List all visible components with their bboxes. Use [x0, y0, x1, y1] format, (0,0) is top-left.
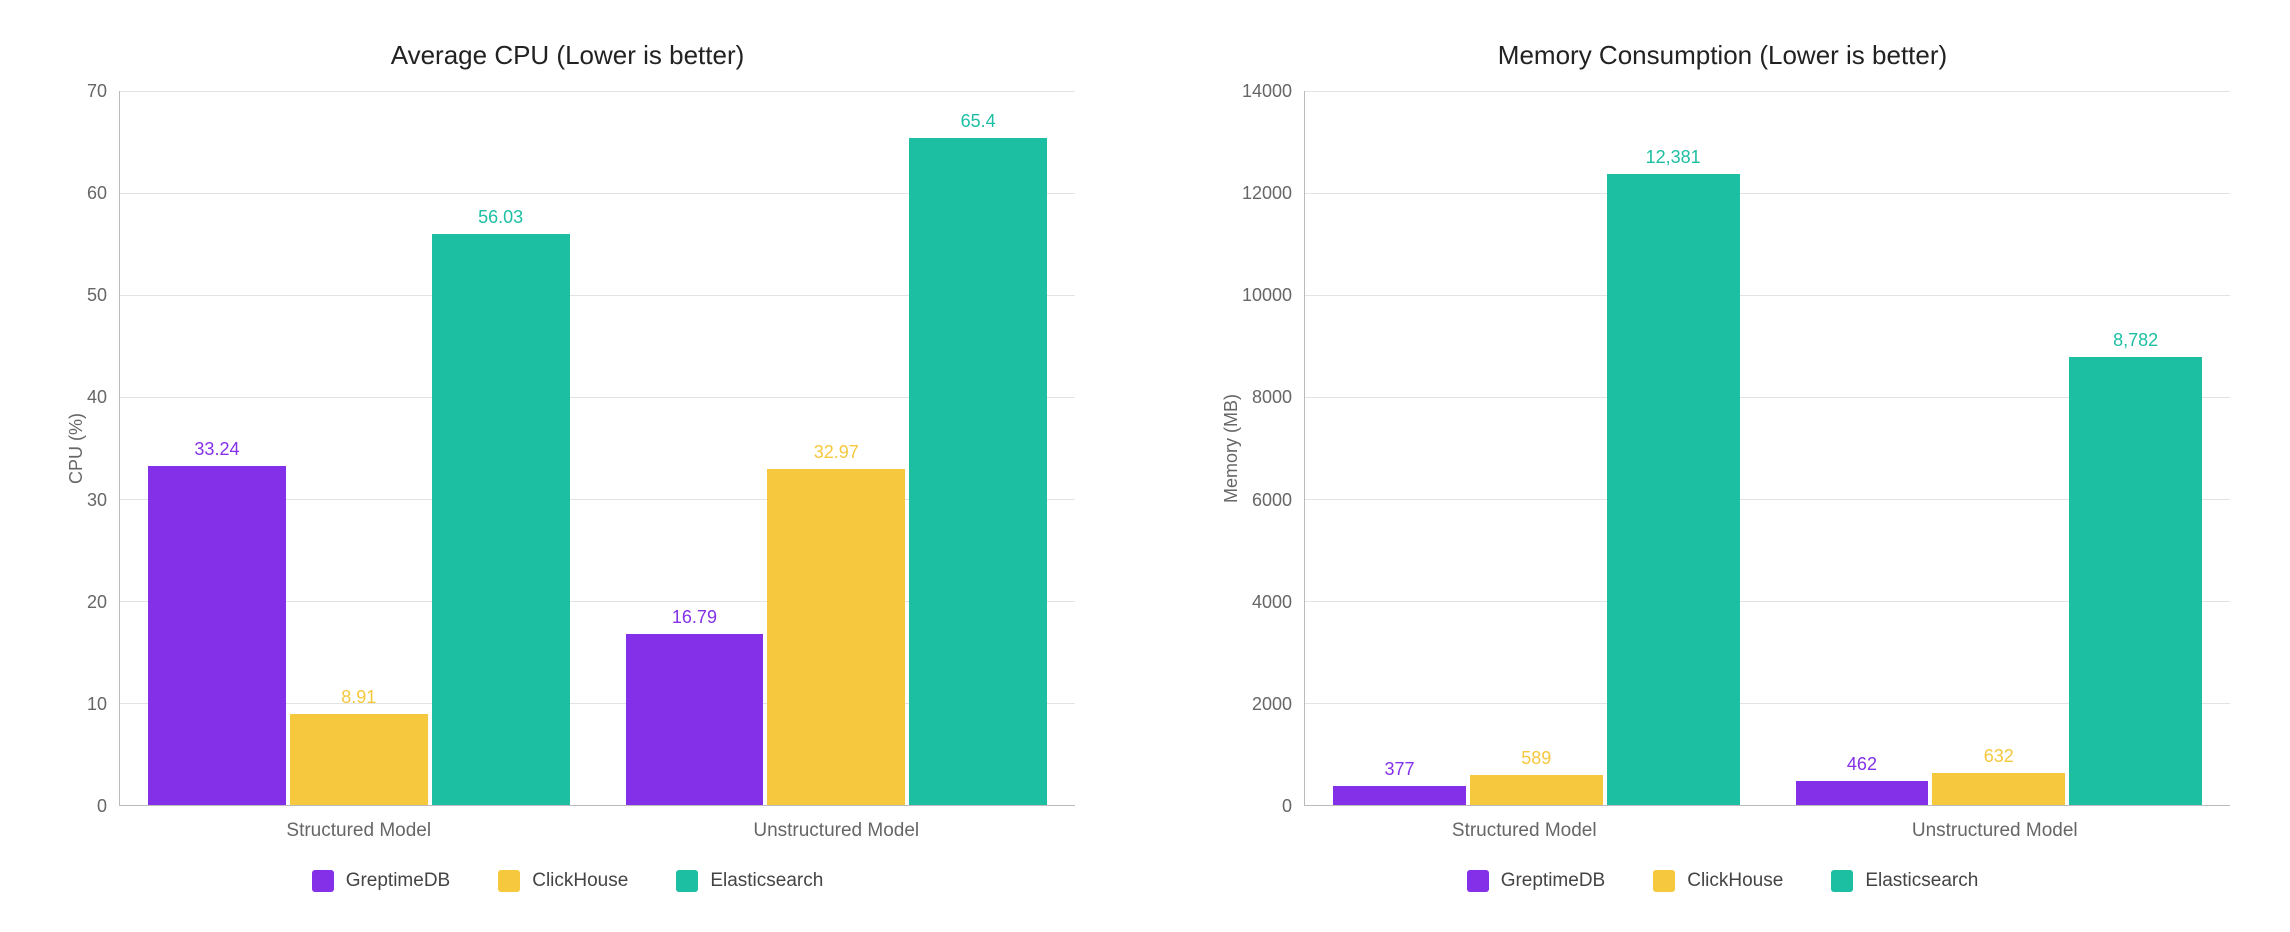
y-axis-label: Memory (MB) — [1215, 91, 1242, 806]
swatch-icon — [676, 870, 698, 892]
bar-rect — [1932, 773, 2065, 805]
bar-value-label: 8,782 — [2113, 330, 2158, 351]
bar-value-label: 33.24 — [194, 439, 239, 460]
swatch-icon — [498, 870, 520, 892]
bar-rect — [2069, 357, 2202, 805]
bar-rect — [1470, 775, 1603, 805]
bar-rect — [1333, 786, 1466, 805]
bar-rect — [1796, 781, 1929, 805]
chart-avg-cpu: Average CPU (Lower is better) CPU (%) 70… — [30, 40, 1105, 892]
bar-rect — [1607, 174, 1740, 805]
legend-label: Elasticsearch — [1865, 870, 1978, 892]
swatch-icon — [1467, 870, 1489, 892]
legend: GreptimeDB ClickHouse Elasticsearch — [1215, 870, 2230, 892]
plot-area: 33.24 8.91 56.03 16.79 32.97 65.4 — [119, 91, 1075, 806]
plot-row: Memory (MB) 1400012000100008000600040002… — [1215, 91, 2230, 806]
bar-groups: 33.24 8.91 56.03 16.79 32.97 65.4 — [120, 91, 1075, 805]
bar-group: 16.79 32.97 65.4 — [598, 91, 1075, 805]
bar: 462 — [1796, 91, 1929, 805]
bar-value-label: 16.79 — [672, 607, 717, 628]
legend-label: GreptimeDB — [1501, 870, 1606, 892]
legend: GreptimeDB ClickHouse Elasticsearch — [60, 870, 1075, 892]
legend-label: GreptimeDB — [346, 870, 451, 892]
bar-rect — [148, 466, 286, 805]
swatch-icon — [312, 870, 334, 892]
bar-value-label: 12,381 — [1646, 147, 1701, 168]
swatch-icon — [1831, 870, 1853, 892]
bar: 589 — [1470, 91, 1603, 805]
legend-item-clickhouse: ClickHouse — [1653, 870, 1783, 892]
legend-item-clickhouse: ClickHouse — [498, 870, 628, 892]
bar: 16.79 — [626, 91, 764, 805]
legend-item-elasticsearch: Elasticsearch — [1831, 870, 1978, 892]
legend-label: ClickHouse — [1687, 870, 1783, 892]
legend-item-greptimedb: GreptimeDB — [312, 870, 451, 892]
bar-value-label: 32.97 — [814, 442, 859, 463]
legend-label: Elasticsearch — [710, 870, 823, 892]
bar-rect — [909, 138, 1047, 805]
bar-value-label: 56.03 — [478, 207, 523, 228]
bar-value-label: 632 — [1984, 746, 2014, 767]
y-axis-ticks: 706050403020100 — [87, 91, 119, 806]
x-category: Unstructured Model — [1760, 820, 2231, 842]
y-axis-ticks: 14000120001000080006000400020000 — [1242, 91, 1304, 806]
bar: 8.91 — [290, 91, 428, 805]
bar: 65.4 — [909, 91, 1047, 805]
bar-rect — [432, 234, 570, 806]
chart-title: Memory Consumption (Lower is better) — [1215, 40, 2230, 71]
swatch-icon — [1653, 870, 1675, 892]
x-axis-categories: Structured Model Unstructured Model — [60, 820, 1075, 842]
legend-item-elasticsearch: Elasticsearch — [676, 870, 823, 892]
bar-value-label: 65.4 — [961, 111, 996, 132]
bar-value-label: 589 — [1521, 748, 1551, 769]
bar-rect — [626, 634, 764, 805]
bar: 632 — [1932, 91, 2065, 805]
bar-rect — [290, 714, 428, 805]
legend-item-greptimedb: GreptimeDB — [1467, 870, 1606, 892]
chart-title: Average CPU (Lower is better) — [60, 40, 1075, 71]
bar-group: 462 632 8,782 — [1768, 91, 2230, 805]
bar-rect — [767, 469, 905, 805]
bar-value-label: 462 — [1847, 754, 1877, 775]
bar: 56.03 — [432, 91, 570, 805]
bar: 12,381 — [1607, 91, 1740, 805]
bar-groups: 377 589 12,381 462 632 8,782 — [1305, 91, 2230, 805]
bar: 33.24 — [148, 91, 286, 805]
bar-value-label: 8.91 — [341, 687, 376, 708]
bar: 377 — [1333, 91, 1466, 805]
legend-label: ClickHouse — [532, 870, 628, 892]
x-category: Unstructured Model — [598, 820, 1076, 842]
chart-memory: Memory Consumption (Lower is better) Mem… — [1185, 40, 2260, 892]
plot-row: CPU (%) 706050403020100 33.24 8.91 56.03 16… — [60, 91, 1075, 806]
bar-group: 33.24 8.91 56.03 — [120, 91, 597, 805]
bar-group: 377 589 12,381 — [1305, 91, 1767, 805]
bar: 8,782 — [2069, 91, 2202, 805]
y-axis-label: CPU (%) — [60, 91, 87, 806]
bar-value-label: 377 — [1384, 759, 1414, 780]
x-axis-categories: Structured Model Unstructured Model — [1215, 820, 2230, 842]
x-category: Structured Model — [1289, 820, 1760, 842]
x-category: Structured Model — [120, 820, 598, 842]
bar: 32.97 — [767, 91, 905, 805]
plot-area: 377 589 12,381 462 632 8,782 — [1304, 91, 2230, 806]
